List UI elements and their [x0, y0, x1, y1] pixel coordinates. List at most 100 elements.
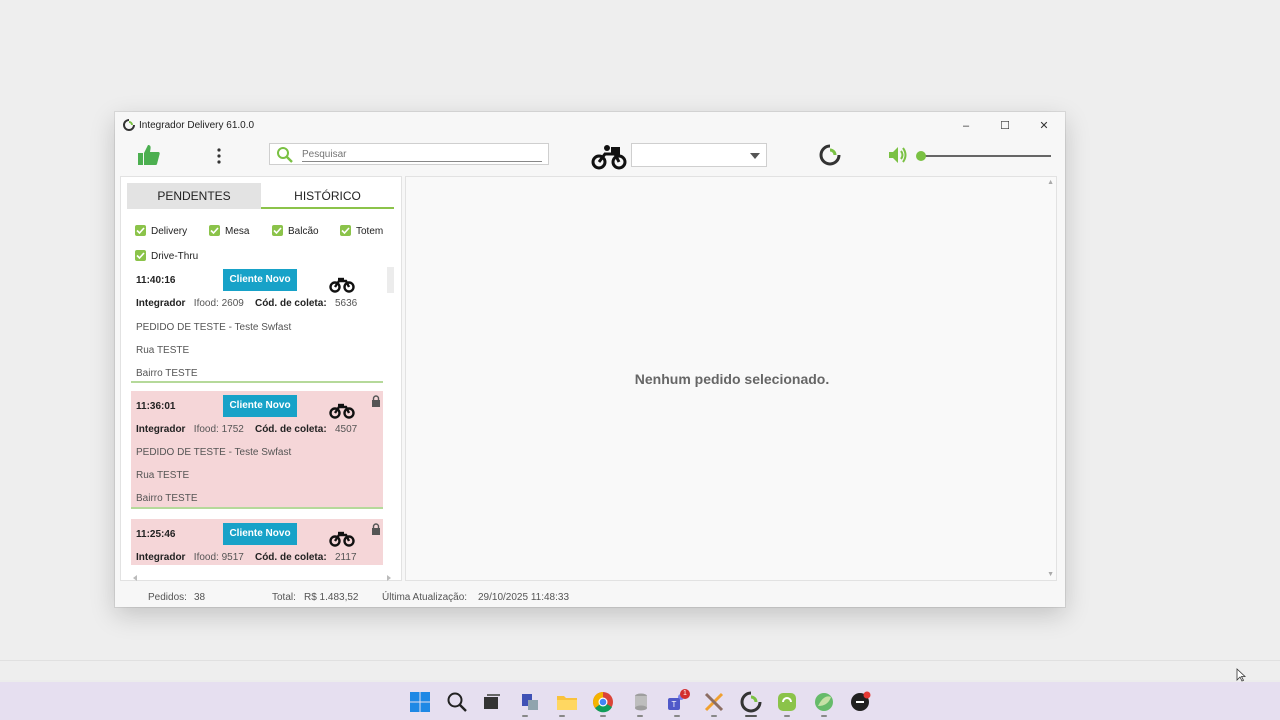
tab-pendentes[interactable]: PENDENTES [127, 183, 261, 209]
app-window: Integrador Delivery 61.0.0 – ☐ ✕ Pesquis… [115, 112, 1065, 607]
customer-badge: Cliente Novo [223, 395, 297, 417]
order-detail-panel: ▲ Nenhum pedido selecionado. ▼ [405, 176, 1057, 581]
database-app-icon[interactable] [630, 691, 652, 713]
coleta-label: Cód. de coleta: [254, 552, 327, 563]
order-description: PEDIDO DE TESTE - Teste Swfast [136, 447, 292, 458]
integrador-label: Integrador [136, 552, 186, 563]
volume-slider-track[interactable] [919, 155, 1051, 157]
desktop-divider [0, 660, 1280, 661]
motorcycle-icon [329, 277, 355, 293]
order-district: Bairro TESTE [136, 368, 198, 379]
order-card[interactable]: 11:40:16 Cliente Novo Integrador Ifood: … [131, 265, 383, 383]
running-indicator [821, 715, 827, 717]
checkbox-checked-icon[interactable] [209, 225, 220, 236]
status-bar: Pedidos: 38 Total: R$ 1.483,52 Última At… [115, 588, 1065, 607]
filter-label: Delivery [151, 226, 188, 237]
checkbox-checked-icon[interactable] [272, 225, 283, 236]
svg-text:T: T [672, 700, 677, 709]
total-label: Total: [272, 592, 296, 603]
order-info-row: Integrador Ifood: 1752 Cód. de coleta: 4… [136, 424, 357, 435]
volume-icon[interactable] [887, 145, 909, 165]
running-indicator [600, 715, 606, 717]
toolbar [115, 140, 1065, 174]
running-indicator [559, 715, 565, 717]
pos-app-icon[interactable] [519, 691, 541, 713]
order-street: Rua TESTE [136, 345, 190, 356]
order-list: 11:40:16 Cliente Novo Integrador Ifood: … [131, 265, 383, 565]
order-info-row: Integrador Ifood: 9517 Cód. de coleta: 2… [136, 552, 357, 563]
window-title: Integrador Delivery 61.0.0 [139, 120, 255, 131]
running-indicator [711, 715, 717, 717]
order-list-scrollbar[interactable] [385, 265, 395, 565]
motorcycle-icon [329, 531, 355, 547]
refresh-icon[interactable] [819, 144, 841, 166]
last-update-value: 29/10/2025 11:48:33 [478, 592, 570, 603]
leaf-app-icon[interactable] [813, 691, 835, 713]
thumbs-up-icon[interactable] [137, 143, 161, 167]
minimize-button[interactable]: – [951, 116, 981, 136]
coleta-label: Cód. de coleta: [254, 424, 327, 435]
close-button[interactable]: ✕ [1029, 116, 1059, 136]
mouse-cursor-icon [1236, 668, 1246, 682]
order-time: 11:40:16 [136, 275, 176, 286]
integrador-label: Integrador [136, 424, 186, 435]
scroll-down-icon[interactable]: ▼ [1047, 571, 1054, 578]
checkbox-checked-icon[interactable] [340, 225, 351, 236]
integrador-delivery-icon[interactable] [740, 691, 762, 713]
order-street: Rua TESTE [136, 470, 190, 481]
title-bar[interactable]: Integrador Delivery 61.0.0 – ☐ ✕ [115, 112, 1065, 140]
checkbox-checked-icon[interactable] [135, 250, 146, 261]
orders-count-value: 38 [194, 592, 206, 603]
motorcycle-delivery-icon [591, 145, 627, 170]
search-icon[interactable] [446, 691, 468, 713]
filter-label: Drive-Thru [151, 251, 199, 262]
coleta-value: 4507 [335, 424, 358, 435]
green-app-icon[interactable] [776, 691, 798, 713]
running-indicator [637, 715, 643, 717]
running-indicator [522, 715, 528, 717]
windows-start-icon[interactable] [409, 691, 431, 713]
search-box [269, 143, 549, 165]
running-indicator [674, 715, 680, 717]
order-district: Bairro TESTE [136, 493, 198, 504]
integrador-value: Ifood: 9517 [193, 552, 244, 563]
search-icon[interactable] [276, 146, 294, 164]
integrador-label: Integrador [136, 298, 186, 309]
filter-label: Totem [356, 226, 384, 237]
more-options-icon[interactable] [215, 147, 223, 165]
notification-badge: 1 [680, 689, 690, 699]
motorcycle-icon [329, 403, 355, 419]
scroll-arrows-icon [133, 575, 391, 581]
orders-count-label: Pedidos: [148, 592, 187, 603]
volume-slider-handle[interactable] [916, 151, 926, 161]
scroll-up-icon[interactable]: ▲ [1047, 179, 1054, 186]
order-time: 11:25:46 [136, 529, 176, 540]
tab-historico[interactable]: HISTÓRICO [261, 183, 394, 209]
coleta-label: Cód. de coleta: [254, 298, 327, 309]
file-explorer-icon[interactable] [556, 691, 578, 713]
dark-app-icon[interactable] [849, 691, 871, 713]
integrador-value: Ifood: 2609 [193, 298, 244, 309]
task-view-icon[interactable] [481, 691, 503, 713]
courier-select[interactable] [631, 143, 767, 167]
orders-panel: PENDENTES HISTÓRICO Delivery Mesa Balcão… [120, 176, 402, 581]
coleta-value: 5636 [335, 298, 358, 309]
customer-badge: Cliente Novo [223, 269, 297, 291]
scrollbar-thumb[interactable] [387, 267, 394, 293]
maximize-button[interactable]: ☐ [990, 116, 1020, 136]
total-value: R$ 1.483,52 [304, 592, 359, 603]
lock-icon [372, 523, 380, 535]
checkbox-checked-icon[interactable] [135, 225, 146, 236]
coleta-value: 2117 [335, 552, 357, 563]
order-card[interactable]: 11:36:01 Cliente Novo Integrador Ifood: … [131, 391, 383, 509]
filter-label: Balcão [288, 226, 319, 237]
search-input[interactable] [302, 147, 542, 162]
active-indicator [745, 715, 757, 717]
taskbar: T 1 [0, 682, 1280, 720]
tools-app-icon[interactable] [703, 691, 725, 713]
order-card[interactable]: 11:25:46 Cliente Novo Integrador Ifood: … [131, 519, 383, 565]
horizontal-scrollbar[interactable] [131, 569, 395, 581]
integrador-value: Ifood: 1752 [193, 424, 244, 435]
lock-icon [372, 395, 380, 407]
chrome-icon[interactable] [592, 691, 614, 713]
